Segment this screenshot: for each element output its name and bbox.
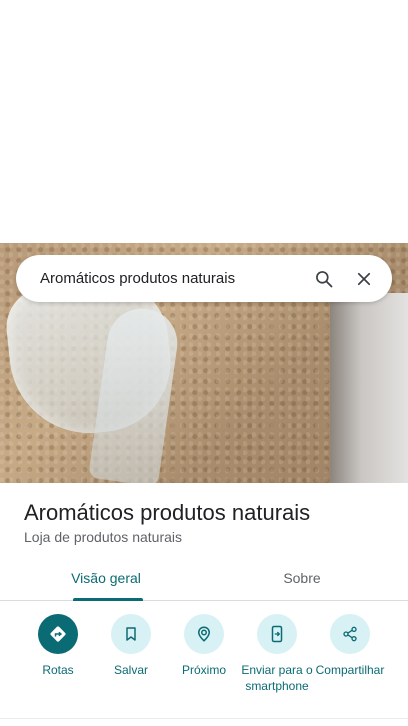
place-category: Loja de produtos naturais — [24, 529, 182, 545]
nearby-button[interactable]: Próximo — [167, 614, 241, 678]
tab-active-indicator — [73, 598, 143, 601]
send-to-phone-label: Enviar para o smartphone — [241, 663, 313, 693]
share-button[interactable]: Compartilhar — [313, 614, 387, 678]
tab-about[interactable]: Sobre — [200, 556, 404, 600]
bookmark-icon — [111, 614, 151, 654]
tab-overview-label: Visão geral — [71, 570, 141, 586]
directions-button[interactable]: Rotas — [21, 614, 95, 678]
nearby-icon — [184, 614, 224, 654]
search-query[interactable]: Aromáticos produtos naturais — [16, 270, 304, 287]
search-icon[interactable] — [304, 259, 344, 299]
save-button[interactable]: Salvar — [94, 614, 168, 678]
divider — [0, 718, 408, 719]
directions-label: Rotas — [42, 663, 74, 677]
photo-tray — [330, 293, 408, 483]
place-title: Aromáticos produtos naturais — [24, 500, 311, 525]
send-to-phone-icon — [257, 614, 297, 654]
search-bar[interactable]: Aromáticos produtos naturais — [16, 255, 392, 302]
action-row: Rotas Salvar Próximo Enviar para o smart… — [0, 614, 408, 714]
send-to-phone-button[interactable]: Enviar para o smartphone — [240, 614, 314, 694]
tab-overview[interactable]: Visão geral — [4, 556, 208, 601]
nearby-label: Próximo — [181, 663, 226, 677]
directions-icon — [38, 614, 78, 654]
share-icon — [330, 614, 370, 654]
share-label: Compartilhar — [315, 663, 385, 677]
tab-bar: Visão geral Sobre — [0, 556, 408, 601]
tab-about-label: Sobre — [283, 570, 321, 586]
close-icon[interactable] — [344, 259, 384, 299]
save-label: Salvar — [113, 663, 148, 677]
